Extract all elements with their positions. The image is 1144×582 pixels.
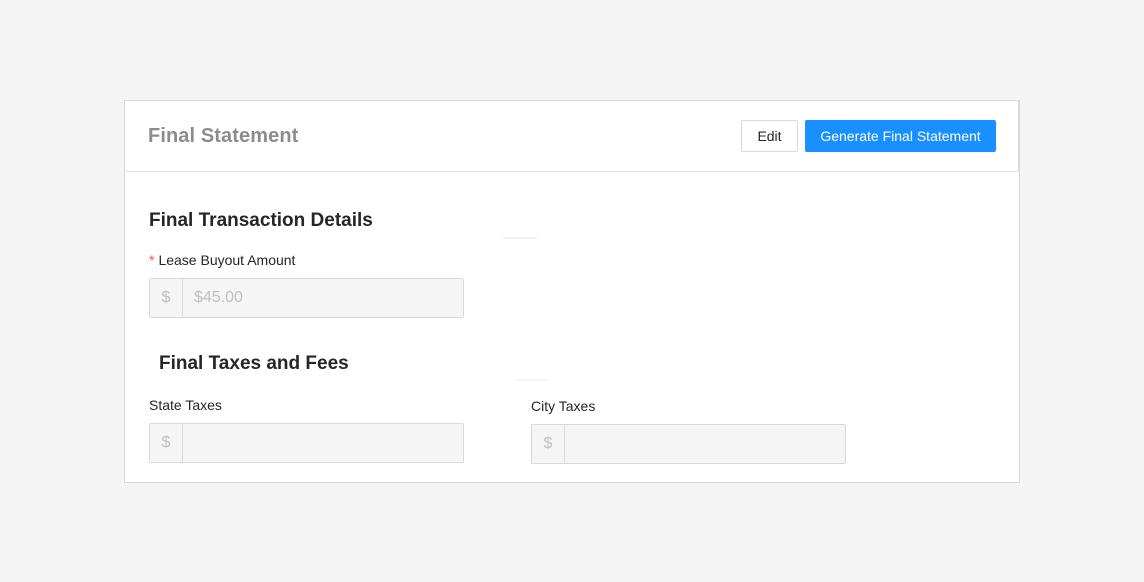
section-divider — [516, 379, 548, 381]
card-header: Final Statement Edit Generate Final Stat… — [125, 101, 1019, 172]
city-taxes-input[interactable] — [565, 425, 845, 463]
final-statement-card: Final Statement Edit Generate Final Stat… — [124, 100, 1020, 483]
lease-buyout-label-text: Lease Buyout Amount — [158, 252, 296, 268]
page-title: Final Statement — [148, 125, 299, 147]
state-taxes-label: State Taxes — [149, 397, 222, 413]
taxes-section-title: Final Taxes and Fees — [159, 353, 349, 374]
dollar-addon: $ — [532, 425, 565, 463]
edit-button[interactable]: Edit — [741, 120, 798, 152]
required-mark: * — [149, 252, 155, 268]
dollar-addon: $ — [150, 424, 183, 462]
lease-buyout-input-group: $ — [149, 278, 464, 318]
section-divider — [503, 237, 537, 239]
city-taxes-label: City Taxes — [531, 398, 596, 414]
state-taxes-input[interactable] — [183, 424, 463, 462]
generate-final-statement-button[interactable]: Generate Final Statement — [805, 120, 996, 152]
city-taxes-input-group: $ — [531, 424, 846, 464]
transaction-section-title: Final Transaction Details — [149, 210, 373, 231]
lease-buyout-input[interactable] — [183, 279, 463, 317]
state-taxes-input-group: $ — [149, 423, 464, 463]
lease-buyout-label: * Lease Buyout Amount — [149, 252, 295, 268]
dollar-addon: $ — [150, 279, 183, 317]
